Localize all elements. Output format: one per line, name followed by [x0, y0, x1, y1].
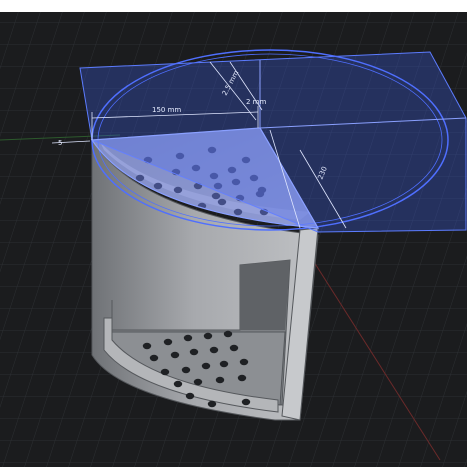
bottom-hole: [207, 400, 217, 408]
bottom-hole: [185, 392, 195, 400]
dim-label-width: 150 mm: [152, 106, 181, 114]
bottom-hole: [215, 376, 225, 384]
cad-viewport[interactable]: 150 mm 2.5 mm 2 mm 230 5: [0, 0, 467, 467]
dim-label-side: 2 mm: [246, 98, 266, 106]
bottom-hole: [149, 354, 159, 362]
bottom-hole: [203, 332, 213, 340]
inner-back-wall: [240, 260, 290, 330]
bottom-hole: [189, 348, 199, 356]
bottom-hole: [229, 344, 239, 352]
bottom-hole: [173, 380, 183, 388]
bottom-hole: [193, 378, 203, 386]
bottom-hole: [241, 398, 251, 406]
bottom-hole: [163, 338, 173, 346]
bottom-hole: [142, 342, 152, 350]
bottom-hole: [239, 358, 249, 366]
bottom-hole: [183, 334, 193, 342]
bottom-hole: [170, 351, 180, 359]
bottom-hole: [219, 360, 229, 368]
bottom-hole: [223, 330, 233, 338]
3d-scene[interactable]: 150 mm 2.5 mm 2 mm 230 5: [0, 0, 467, 467]
bottom-hole: [209, 346, 219, 354]
dim-label-left: 5: [58, 139, 62, 147]
bottom-hole: [181, 366, 191, 374]
bottom-hole: [237, 374, 247, 382]
bottom-hole: [160, 368, 170, 376]
bottom-hole: [201, 362, 211, 370]
